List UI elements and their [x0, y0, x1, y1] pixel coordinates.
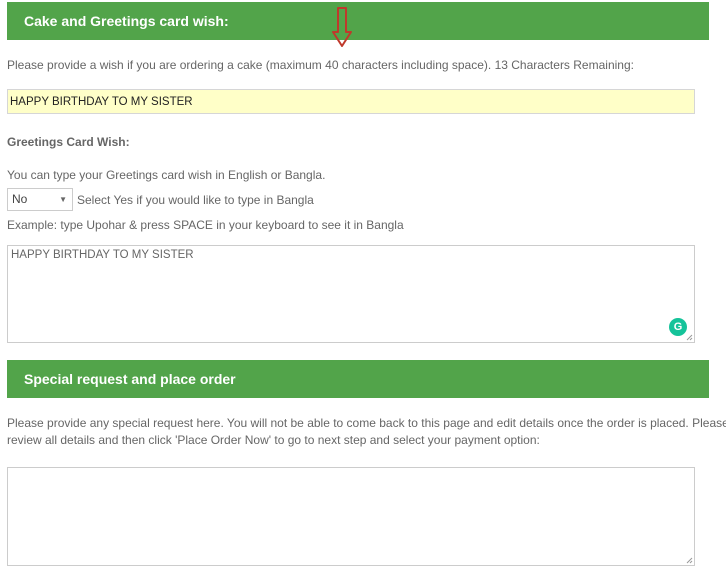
- cake-section-header: Cake and Greetings card wish:: [7, 2, 709, 40]
- down-arrow-annotation-icon: [332, 7, 352, 47]
- bangla-select-hint: Select Yes if you would like to type in …: [77, 193, 314, 207]
- cake-wish-instruction: Please provide a wish if you are orderin…: [7, 58, 634, 72]
- special-request-instruction-line2: review all details and then click 'Place…: [7, 433, 540, 447]
- greetings-card-wish-textarea[interactable]: HAPPY BIRTHDAY TO MY SISTER: [7, 245, 695, 343]
- bangla-select[interactable]: No ▼: [7, 188, 73, 211]
- grammarly-icon[interactable]: G: [669, 318, 687, 336]
- special-request-textarea[interactable]: [7, 467, 695, 566]
- special-request-header: Special request and place order: [7, 360, 709, 398]
- resize-grip-icon[interactable]: [686, 557, 693, 564]
- greetings-card-title: Greetings Card Wish:: [7, 135, 130, 149]
- special-request-instruction-line1: Please provide any special request here.…: [7, 416, 726, 430]
- bangla-example-text: Example: type Upohar & press SPACE in yo…: [7, 218, 404, 232]
- greetings-language-note: You can type your Greetings card wish in…: [7, 168, 326, 182]
- cake-wish-input[interactable]: [7, 89, 695, 114]
- bangla-select-value: No: [12, 192, 28, 206]
- resize-grip-icon[interactable]: [686, 334, 693, 341]
- caret-down-icon: ▼: [59, 195, 67, 204]
